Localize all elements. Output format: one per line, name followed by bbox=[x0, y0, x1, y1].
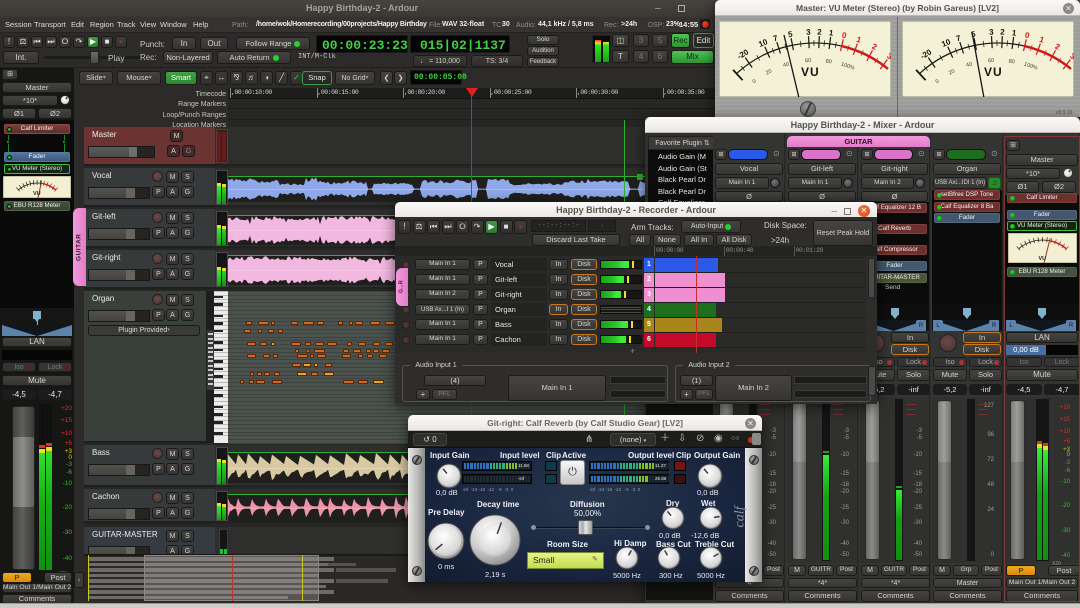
svg-text:VU: VU bbox=[801, 65, 820, 79]
svg-text:VU: VU bbox=[984, 65, 1003, 79]
svg-text:80: 80 bbox=[825, 59, 832, 66]
svg-text:60: 60 bbox=[988, 58, 995, 64]
svg-text:80: 80 bbox=[1008, 59, 1015, 66]
svg-text:60: 60 bbox=[805, 58, 812, 64]
